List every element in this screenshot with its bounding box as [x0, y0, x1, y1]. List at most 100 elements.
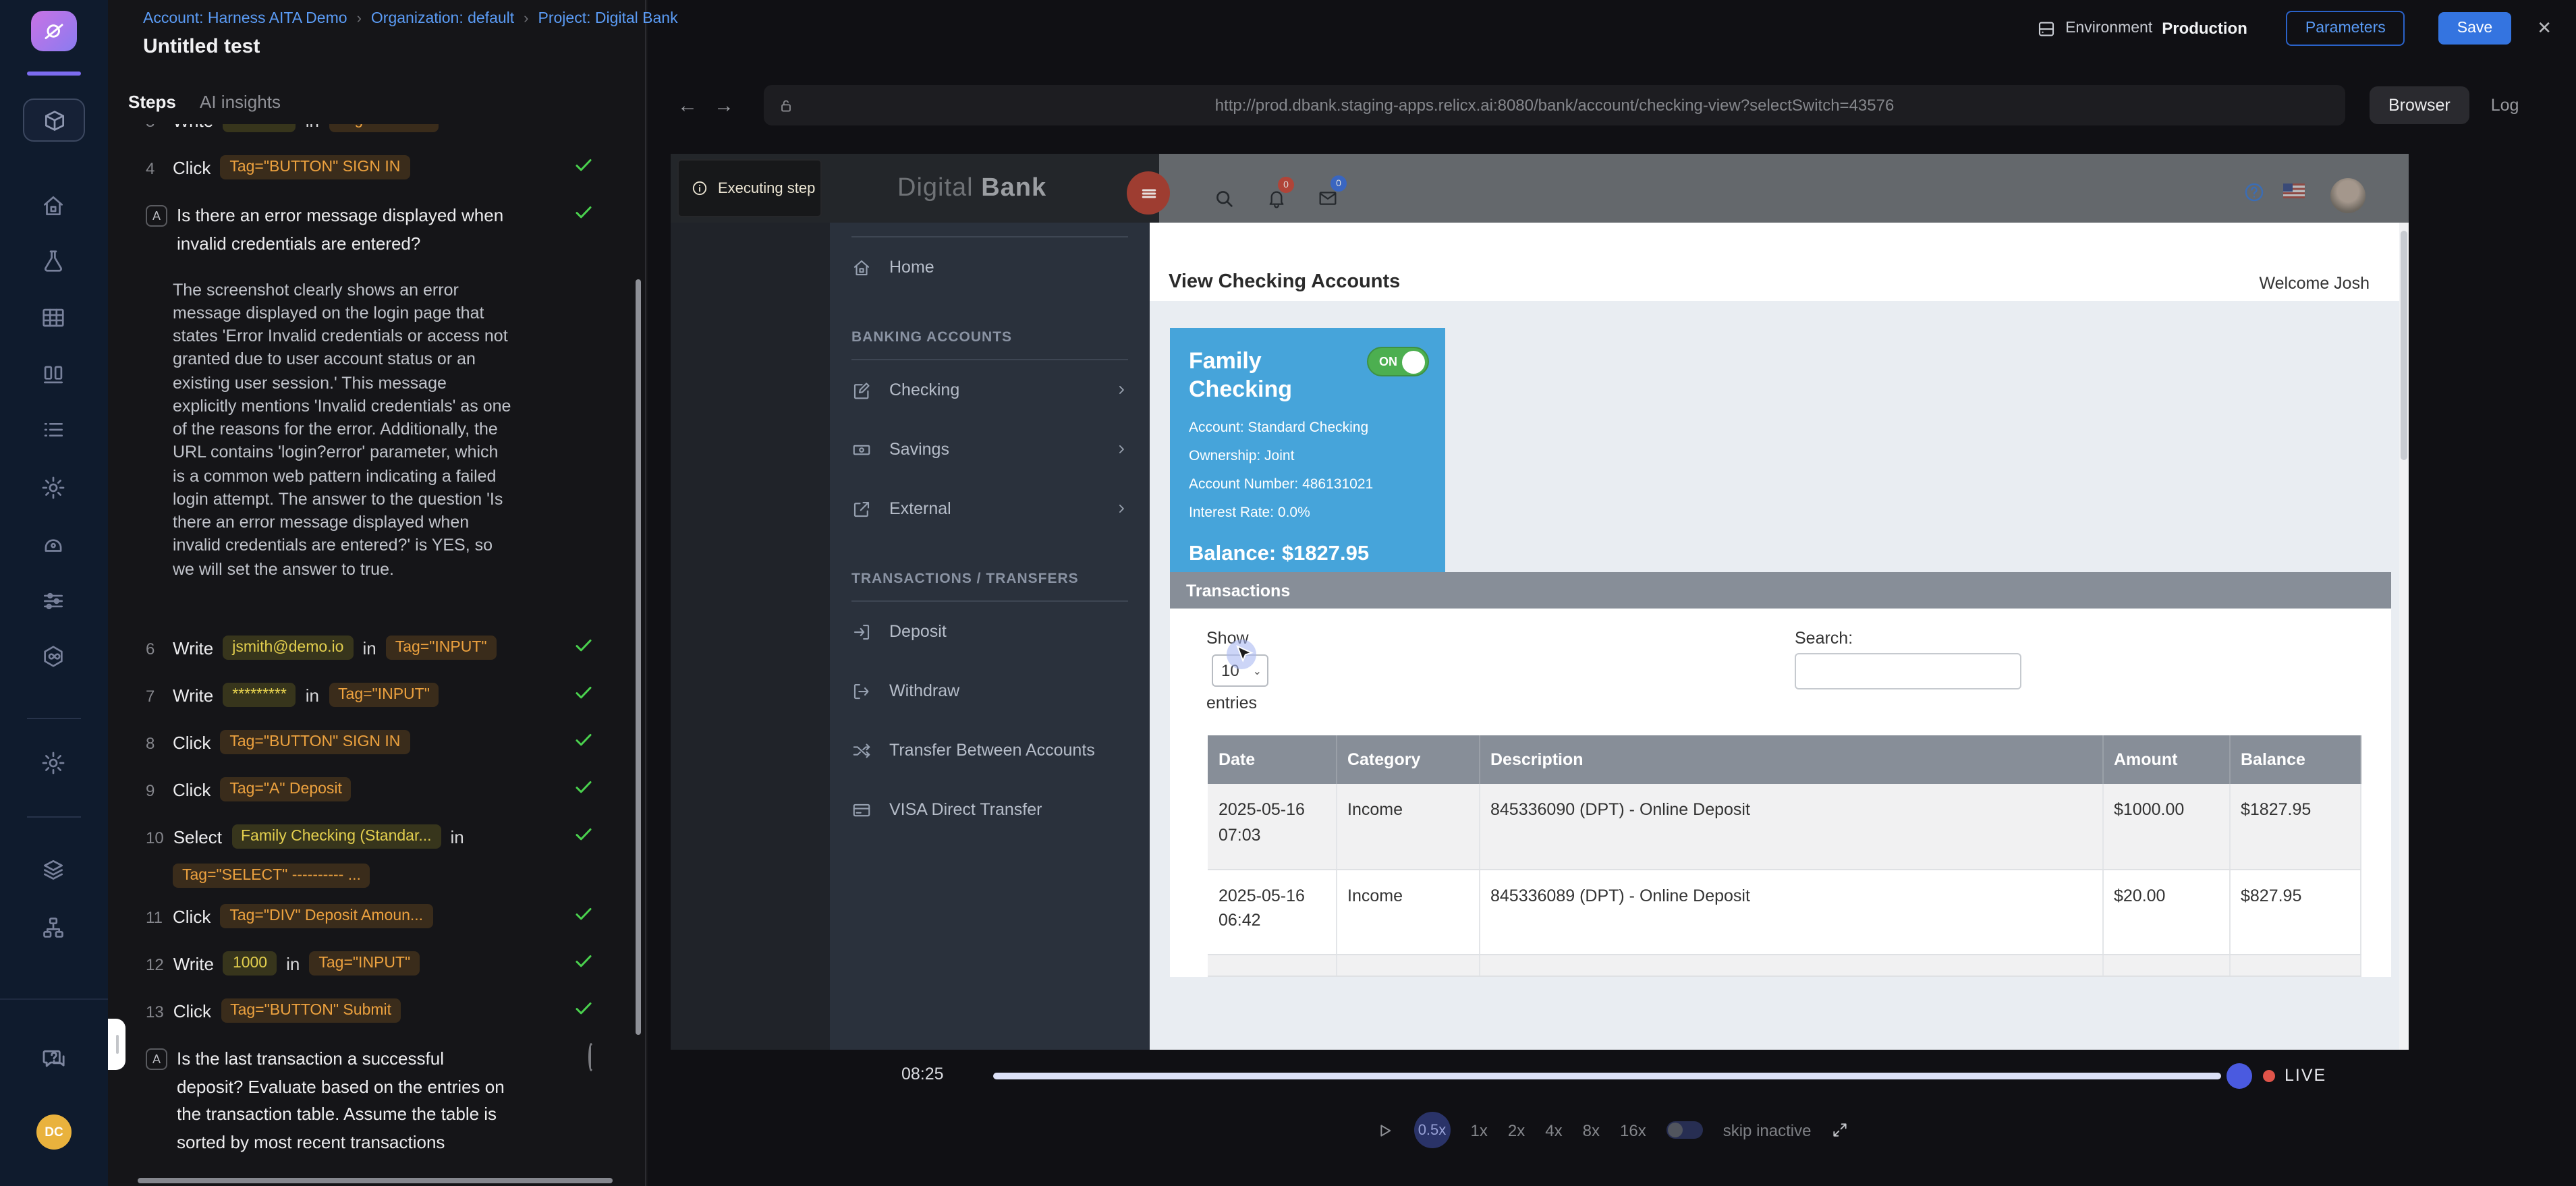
steps-vertical-scrollbar[interactable] — [636, 279, 641, 1035]
step-row[interactable]: 8ClickTag="BUTTON" SIGN IN — [146, 730, 594, 757]
table-row[interactable]: 2025-05-16 06:42Income845336089 (DPT) - … — [1208, 869, 2360, 954]
sidebar-item-orgchart[interactable] — [40, 915, 67, 942]
step-target-chip[interactable]: Tag="INPUT" — [386, 636, 497, 660]
sidebar-item-list[interactable] — [40, 417, 67, 444]
steps-list[interactable]: 3Write*********inTag="INPUT" 4ClickTag="B… — [146, 124, 594, 1186]
steps-horizontal-scrollbar[interactable] — [138, 1178, 613, 1183]
sidebar-item-flask[interactable] — [40, 248, 67, 275]
step-target-chip[interactable]: Tag="INPUT" — [309, 951, 420, 976]
table-header[interactable]: Amount — [2102, 735, 2229, 784]
step-target-chip[interactable]: Tag="INPUT" — [329, 683, 439, 707]
parameters-button[interactable]: Parameters — [2287, 11, 2405, 46]
account-card[interactable]: ON Family Checking Account: Standard Che… — [1170, 328, 1445, 606]
step-row[interactable]: 4ClickTag="BUTTON" SIGN IN — [146, 155, 594, 182]
table-header[interactable]: Category — [1336, 735, 1479, 784]
step-target-chip[interactable]: Tag="SELECT" ---------- ... — [173, 864, 370, 888]
step-row[interactable]: 10SelectFamily Checking (Standar...in — [146, 824, 594, 851]
step-target-chip[interactable]: Tag="BUTTON" SIGN IN — [220, 155, 410, 179]
sidebar-item-home[interactable] — [40, 193, 67, 220]
step-row[interactable]: 9ClickTag="A" Deposit — [146, 777, 594, 804]
steps-panel: Steps AI insights 3Write*********inTag="… — [108, 0, 646, 1186]
tab-log[interactable]: Log — [2483, 86, 2527, 124]
table-row[interactable]: 2025-05-16 07:03Income845336090 (DPT) - … — [1208, 784, 2360, 869]
sidebar-item-infinity[interactable] — [40, 644, 67, 671]
forward-icon[interactable]: → — [714, 94, 734, 117]
skip-inactive-toggle[interactable] — [1667, 1121, 1703, 1139]
environment-selector[interactable]: Environment Production — [2036, 18, 2247, 38]
sidebar-item-withdraw[interactable]: Withdraw — [851, 661, 1128, 721]
table-header[interactable]: Date — [1208, 735, 1336, 784]
sidebar-item-transfer-between-accounts[interactable]: Transfer Between Accounts — [851, 721, 1128, 780]
search-input[interactable] — [1795, 653, 2021, 689]
sidebar-item-external[interactable]: External — [851, 479, 1128, 538]
step-row[interactable]: 11ClickTag="DIV" Deposit Amoun... — [146, 904, 594, 931]
sidebar-item-home[interactable]: Home — [851, 237, 1128, 297]
sidebar-item-checking[interactable]: Checking — [851, 360, 1128, 420]
step-row[interactable]: 13ClickTag="BUTTON" Submit — [146, 998, 594, 1025]
step-target-chip[interactable]: Tag="DIV" Deposit Amoun... — [220, 904, 432, 928]
breadcrumb-link[interactable]: Project: Digital Bank — [538, 11, 678, 27]
tab-steps[interactable]: Steps — [128, 92, 176, 112]
step-value-chip[interactable]: ********* — [223, 683, 296, 707]
playback-scrubber[interactable] — [2227, 1063, 2252, 1089]
back-icon[interactable]: ← — [677, 94, 698, 117]
sidebar-item-gear[interactable] — [40, 475, 67, 502]
sidebar-item-gear[interactable] — [40, 750, 67, 777]
step-target-chip[interactable]: Tag="A" Deposit — [220, 777, 352, 801]
step-number: 4 — [146, 155, 163, 178]
step-value-chip[interactable]: ********* — [223, 124, 296, 132]
step-row[interactable]: AIs there an error message displayed whe… — [146, 202, 594, 258]
sidebar-item-grid[interactable] — [40, 305, 67, 332]
url-bar[interactable]: http://prod.dbank.staging-apps.relicx.ai… — [764, 85, 2345, 125]
step-row[interactable]: 7Write*********inTag="INPUT" — [146, 683, 594, 710]
speed-0.5x-button[interactable]: 0.5x — [1414, 1112, 1451, 1148]
sidebar-item-headset[interactable] — [40, 532, 67, 559]
hamburger-menu-button[interactable] — [1127, 171, 1170, 215]
step-target-chip[interactable]: Tag="BUTTON" SIGN IN — [220, 730, 410, 754]
harness-logo-icon[interactable] — [31, 11, 77, 51]
speed-1x-button[interactable]: 1x — [1471, 1121, 1488, 1139]
table-header[interactable]: Description — [1479, 735, 2102, 784]
fullscreen-icon[interactable] — [1831, 1121, 1849, 1139]
help-chat-icon[interactable] — [40, 1046, 67, 1073]
step-value-chip[interactable]: Family Checking (Standar... — [231, 824, 441, 849]
table-header[interactable]: Balance — [2229, 735, 2360, 784]
tab-ai-insights[interactable]: AI insights — [200, 92, 281, 112]
step-row[interactable]: AIs the last transaction a successful de… — [146, 1046, 594, 1158]
play-icon[interactable] — [1375, 1121, 1394, 1139]
transactions-panel: Transactions Show 10⌄ entries Search: Da… — [1170, 572, 2391, 977]
breadcrumb-link[interactable]: Account: Harness AITA Demo — [143, 11, 347, 27]
panel-collapse-handle[interactable] — [108, 1019, 125, 1070]
speed-4x-button[interactable]: 4x — [1545, 1121, 1562, 1139]
sidebar-item-savings[interactable]: Savings — [851, 420, 1128, 479]
sidebar-item-deposit[interactable]: Deposit — [851, 602, 1128, 661]
tab-browser[interactable]: Browser — [2370, 86, 2469, 124]
playback-progress-bar[interactable] — [993, 1073, 2221, 1079]
sidebar-item-cards[interactable] — [40, 362, 67, 389]
app-scrollbar[interactable] — [2399, 223, 2409, 1050]
step-target-chip[interactable]: Tag="BUTTON" Submit — [221, 998, 401, 1023]
sidebar-item-visa-direct-transfer[interactable]: VISA Direct Transfer — [851, 780, 1128, 839]
user-avatar[interactable]: DC — [36, 1114, 72, 1150]
step-row[interactable]: 3Write*********inTag="INPUT" — [146, 124, 594, 135]
account-toggle[interactable]: ON — [1367, 347, 1429, 376]
sidebar-item-module-active[interactable] — [23, 98, 85, 142]
speed-8x-button[interactable]: 8x — [1583, 1121, 1600, 1139]
step-row[interactable]: 6Writejsmith@demo.ioinTag="INPUT" — [146, 636, 594, 662]
step-value-chip[interactable]: 1000 — [223, 951, 277, 976]
us-flag-icon[interactable] — [2283, 183, 2305, 198]
save-button[interactable]: Save — [2438, 12, 2511, 45]
step-value-chip[interactable]: jsmith@demo.io — [223, 636, 353, 660]
search-icon[interactable] — [1213, 188, 1235, 209]
shuffle-icon — [851, 740, 872, 760]
speed-16x-button[interactable]: 16x — [1620, 1121, 1646, 1139]
step-target-chip[interactable]: Tag="INPUT" — [329, 124, 439, 132]
bank-user-avatar[interactable] — [2330, 178, 2365, 213]
step-row[interactable]: 12Write1000inTag="INPUT" — [146, 951, 594, 978]
sidebar-item-sliders[interactable] — [40, 588, 67, 615]
sidebar-item-layers[interactable] — [40, 857, 67, 884]
breadcrumb-link[interactable]: Organization: default — [371, 11, 514, 27]
close-icon[interactable]: ✕ — [2531, 15, 2557, 42]
speed-2x-button[interactable]: 2x — [1508, 1121, 1525, 1139]
question-circle-icon[interactable] — [2243, 181, 2266, 204]
